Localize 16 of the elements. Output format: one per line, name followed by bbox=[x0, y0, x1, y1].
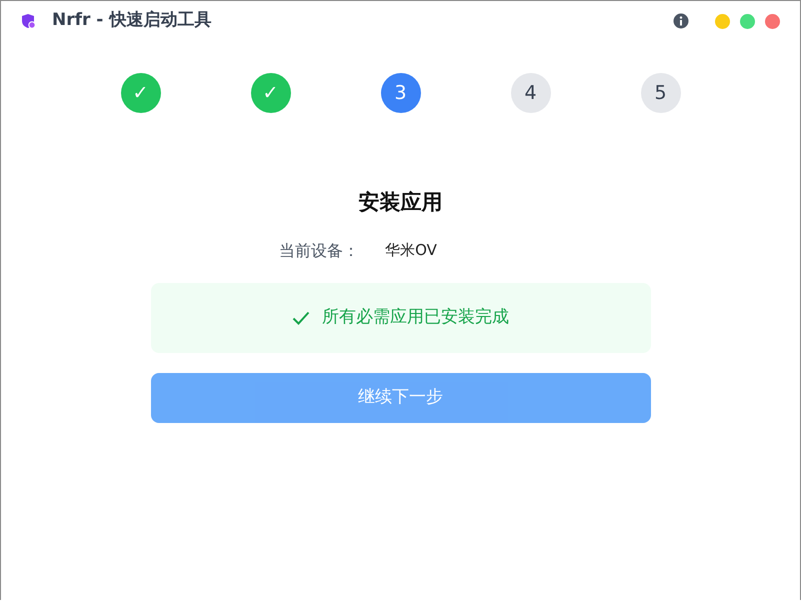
shield-icon bbox=[21, 13, 36, 29]
device-name: 华米OV bbox=[385, 240, 437, 262]
step-indicator: 5 bbox=[640, 73, 680, 113]
step-indicator: ✓ bbox=[120, 73, 160, 113]
step-indicator: ✓ bbox=[250, 73, 290, 113]
window-title: Nrfr - 快速启动工具 bbox=[52, 9, 212, 32]
step-indicator: 4 bbox=[510, 73, 550, 113]
close-button[interactable] bbox=[765, 14, 780, 28]
section-heading: 安装应用 bbox=[358, 189, 442, 216]
maximize-button[interactable] bbox=[740, 14, 755, 28]
info-icon[interactable] bbox=[673, 13, 689, 29]
minimize-button[interactable] bbox=[715, 14, 730, 28]
step-indicator: 3 bbox=[380, 73, 420, 113]
check-icon bbox=[292, 310, 310, 324]
success-message: 所有必需应用已安装完成 bbox=[322, 306, 509, 329]
device-label: 当前设备： bbox=[279, 240, 360, 262]
